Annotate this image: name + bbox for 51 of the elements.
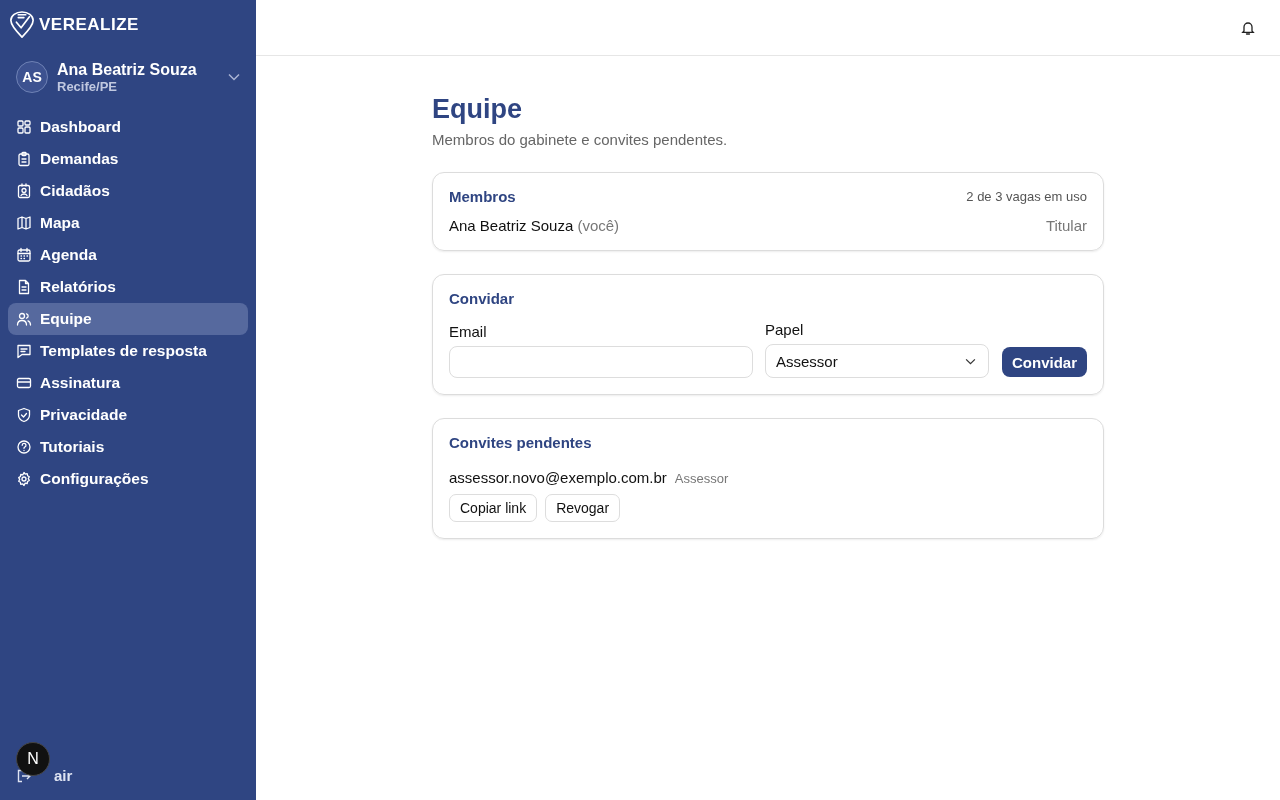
card-title: Convites pendentes [449,434,593,451]
chevron-down-icon [965,357,976,365]
sidebar-item[interactable]: Dashboard [8,111,248,143]
page-title: Equipe [432,94,523,125]
page-subtitle: Membros do gabinete e convites pendentes. [432,131,729,148]
invite-role: Assessor [674,471,729,486]
chevron-down-icon [228,73,240,81]
member-name: Ana Beatriz Souza (você) [449,217,620,234]
sidebar-item[interactable]: Mapa [8,207,248,239]
card-title: Membros [449,188,516,205]
bell-icon[interactable] [1240,19,1256,36]
invite-button[interactable]: Convidar [1002,347,1087,377]
users-icon [16,311,32,327]
invite-email: assessor.novo@exemplo.com.br [449,469,667,486]
email-field[interactable] [449,346,753,378]
shield-icon [16,407,32,423]
dev-badge[interactable]: N [16,742,50,776]
sidebar-item[interactable]: Tutoriais [8,431,248,463]
logo-icon [9,11,35,39]
action-button[interactable]: Revogar [545,494,621,522]
sidebar-item[interactable]: Templates de resposta [8,335,248,367]
avatar: AS [16,61,48,93]
sidebar-item[interactable]: Configurações [8,463,248,495]
usage-count: 2 de 3 vagas em uso [966,189,1087,204]
user-name: Ana Beatriz Souza [57,60,198,79]
card-icon [16,375,32,391]
message-icon [16,343,32,359]
sidebar-item[interactable]: Privacidade [8,399,248,431]
field-label: Email [449,323,488,340]
sidebar-item[interactable]: Assinatura [8,367,248,399]
grid-icon [16,119,32,135]
sidebar-item[interactable]: Demandas [8,143,248,175]
clipboard-icon [16,151,32,167]
sidebar-item[interactable]: Agenda [8,239,248,271]
logout-icon [16,767,32,784]
field-label: Papel [765,321,805,338]
contact-icon [16,183,32,199]
member-role: Titular [1045,217,1087,234]
role-select[interactable]: Assessor [765,344,989,378]
sidebar-item[interactable]: Cidadãos [8,175,248,207]
user-location: Recife/PE [57,78,118,94]
gear-icon [16,471,32,487]
sidebar-item[interactable]: Relatórios [8,271,248,303]
brand-name: VEREALIZE [39,15,139,35]
action-button[interactable]: Copiar link [449,494,538,522]
map-icon [16,215,32,231]
calendar-icon [16,247,32,263]
sidebar-item[interactable]: Equipe [8,303,248,335]
file-icon [16,279,32,295]
help-icon [16,439,32,455]
card-title: Convidar [449,290,515,307]
